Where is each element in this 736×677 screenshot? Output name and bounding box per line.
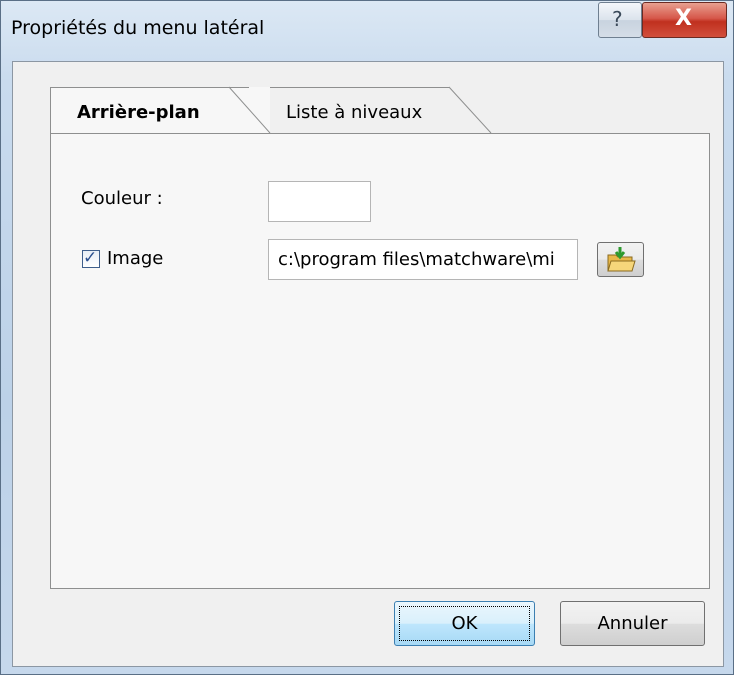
color-picker[interactable] [268,181,371,222]
color-label: Couleur : [81,188,163,209]
folder-open-icon [607,247,636,272]
cancel-button[interactable]: Annuler [560,601,705,646]
close-icon: X [675,6,692,31]
help-button[interactable]: ? [598,2,642,38]
window-title: Propriétés du menu latéral [11,17,265,39]
ok-button[interactable]: OK [394,601,535,646]
dialog-body: Liste à niveaux Arrière-plan Couleur : ✓… [12,61,724,667]
help-icon: ? [612,7,623,31]
image-checkbox[interactable]: ✓ [82,248,100,268]
image-path-input[interactable]: c:\program files\matchware\mi [268,239,578,280]
focus-rectangle [399,606,530,641]
dialog-window: Propriétés du menu latéral ? X Liste à n… [0,0,734,675]
checkmark-icon: ✓ [83,248,98,268]
tab-liste-a-niveaux-label: Liste à niveaux [286,102,423,123]
tab-arriere-plan-label: Arrière-plan [77,102,200,123]
image-label: Image [107,248,164,269]
browse-button[interactable] [597,242,644,277]
close-button[interactable]: X [642,2,727,38]
cancel-button-label: Annuler [597,613,668,634]
